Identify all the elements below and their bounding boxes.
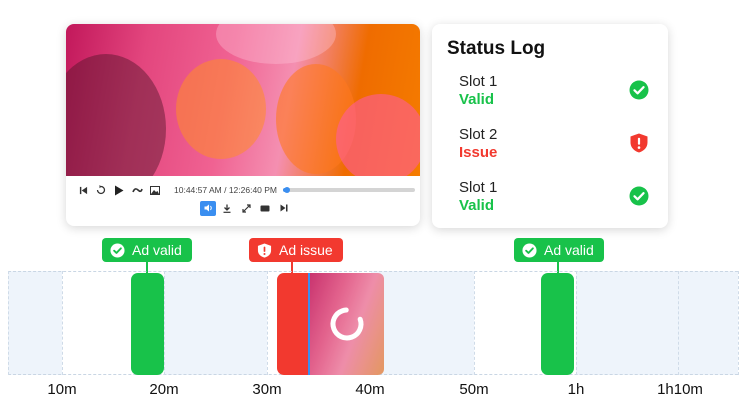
check-circle-icon: [522, 242, 537, 258]
slot-state: Valid: [459, 91, 495, 108]
tag-label: Ad valid: [132, 242, 182, 258]
player-tools: [66, 200, 420, 216]
axis-tick: 20m: [149, 381, 179, 398]
tag-label: Ad issue: [279, 242, 333, 258]
timeline-segment: [371, 271, 474, 375]
status-log-item[interactable]: Slot 2 Issue: [459, 126, 649, 162]
timeline-gridline: [678, 271, 679, 375]
ad-issue-tag[interactable]: Ad issue: [249, 238, 343, 262]
timeline-gridline: [267, 271, 268, 375]
ad-timeline[interactable]: [0, 271, 744, 375]
ad-slot-valid[interactable]: [541, 273, 574, 375]
check-circle-icon: [629, 80, 649, 100]
progress-bar[interactable]: [283, 187, 416, 193]
timeline-gridline: [474, 271, 475, 375]
axis-tick: 40m: [355, 381, 385, 398]
timecode: 10:44:57 AM / 12:26:40 PM: [174, 185, 278, 195]
timeline-segment: [576, 271, 738, 375]
caption-icon[interactable]: [257, 201, 273, 216]
slot-state: Valid: [459, 197, 495, 214]
image-icon[interactable]: [146, 182, 164, 198]
ad-valid-tag[interactable]: Ad valid: [514, 238, 604, 262]
timeline-gridline: [738, 271, 739, 375]
replay-icon[interactable]: [92, 182, 110, 198]
video-player: 10:44:57 AM / 12:26:40 PM: [66, 24, 420, 226]
shield-alert-icon: [257, 242, 272, 258]
slot-label: Slot 1: [459, 179, 498, 196]
progress-handle[interactable]: [283, 187, 290, 193]
skip-next-icon[interactable]: [276, 201, 292, 216]
shield-alert-icon: [630, 133, 648, 153]
slot-label: Slot 2: [459, 126, 498, 143]
tag-label: Ad valid: [544, 242, 594, 258]
speed-icon[interactable]: [128, 182, 146, 198]
playback-controls: 10:44:57 AM / 12:26:40 PM: [66, 182, 420, 198]
slot-state: Issue: [459, 144, 498, 161]
volume-icon[interactable]: [200, 200, 216, 216]
timeline-gridline: [576, 271, 577, 375]
fullscreen-icon[interactable]: [238, 201, 254, 216]
axis-tick: 1h: [567, 381, 585, 398]
video-frame[interactable]: [66, 24, 420, 176]
playhead[interactable]: [308, 273, 310, 375]
axis-tick: 10m: [47, 381, 77, 398]
timeline-gridline: [164, 271, 165, 375]
check-circle-icon: [110, 242, 125, 258]
timeline-gridline: [8, 271, 9, 375]
ad-slot-valid[interactable]: [131, 273, 164, 375]
status-log-title: Status Log: [447, 38, 546, 59]
timeline-border-top: [8, 271, 738, 272]
download-icon[interactable]: [219, 201, 235, 216]
ad-slot-issue[interactable]: [277, 273, 310, 375]
status-log-panel: Status Log Slot 1 Valid Slot 2 Issue Slo…: [432, 24, 668, 228]
preview-thumbnail[interactable]: [310, 273, 384, 375]
axis-tick: 30m: [252, 381, 282, 398]
axis-tick: 50m: [459, 381, 489, 398]
timeline-segment: [164, 271, 267, 375]
skip-back-icon[interactable]: [74, 182, 92, 198]
timeline-segment: [8, 271, 62, 375]
slot-label: Slot 1: [459, 73, 498, 90]
status-log-item[interactable]: Slot 1 Valid: [459, 179, 649, 215]
axis-tick: 1h10m: [657, 381, 703, 398]
play-icon[interactable]: [110, 182, 128, 198]
timeline-gridline: [62, 271, 63, 375]
status-log-item[interactable]: Slot 1 Valid: [459, 73, 649, 109]
check-circle-icon: [629, 186, 649, 206]
loading-spinner-icon: [330, 307, 364, 341]
ad-valid-tag[interactable]: Ad valid: [102, 238, 192, 262]
